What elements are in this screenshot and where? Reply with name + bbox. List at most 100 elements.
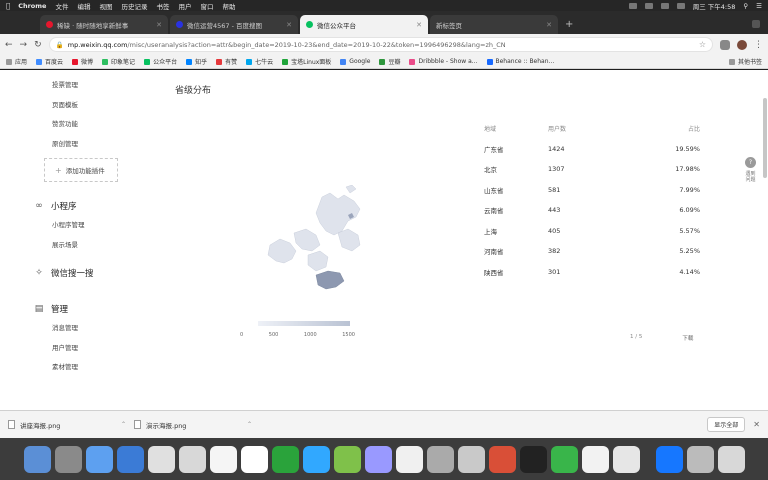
sidebar-item-messages[interactable]: 消息管理 [28,319,138,339]
dock-app-icon[interactable] [395,445,423,473]
close-icon[interactable]: ✕ [416,21,422,29]
bookmark-item[interactable]: Google [340,58,370,65]
tab-weixin-mp[interactable]: 微信公众平台 ✕ [300,15,428,34]
tray-icon[interactable] [628,2,637,9]
star-icon[interactable]: ☆ [699,40,706,49]
dock-app-icon[interactable] [581,445,609,473]
header-ratio[interactable]: 占比 [638,124,700,133]
bookmark-other[interactable]: 其他书签 [728,57,762,66]
sidebar-group-miniprogram[interactable]: ∞ 小程序 [28,196,138,216]
close-icon[interactable]: ✕ [546,21,552,29]
bookmark-item[interactable]: 宝塔Linux面板 [282,57,331,66]
tab-baidu-image[interactable]: 微信运营4567 - 百度搜图 ✕ [170,15,298,34]
menu-help[interactable]: 帮助 [222,1,235,11]
back-icon[interactable]: ← [5,40,13,50]
dock-app-icon[interactable] [209,445,237,473]
dock-app-icon[interactable] [550,445,578,473]
menu-bookmarks[interactable]: 书签 [156,1,169,11]
sidebar-item-materials[interactable]: 素材管理 [28,358,138,378]
dock-app-icon[interactable] [333,445,361,473]
help-widget[interactable]: ? 遇到问题 [744,157,757,183]
lock-icon[interactable]: 🔒 [56,41,64,49]
sidebar-item-templates[interactable]: 页面模板 [28,96,138,116]
address-bar[interactable]: 🔒 mp.weixin.qq.com /misc/useranalysis?ac… [48,37,713,52]
menu-people[interactable]: 用户 [178,1,191,11]
tab-new[interactable]: 新标签页 ✕ [430,15,558,34]
header-region[interactable]: 地域 [484,124,548,133]
avatar[interactable] [737,39,747,50]
bookmark-item[interactable]: 微博 [72,57,93,66]
extension-icon[interactable] [720,39,730,50]
dock-app-icon[interactable] [240,445,268,473]
header-users[interactable]: 用户数 [548,124,638,133]
dock-app-icon[interactable] [147,445,175,473]
bookmark-item[interactable]: 公众平台 [144,57,177,66]
sidebar-group-manage[interactable]: ▤ 管理 [28,299,138,319]
sidebar-item-vote[interactable]: 投票管理 [28,76,138,96]
dock-app-icon[interactable] [612,445,640,473]
page-indicator[interactable]: 1 / 5 [630,334,642,342]
menu-chrome[interactable]: Chrome [18,2,46,10]
dock-app-icon[interactable] [426,445,454,473]
download-link[interactable]: 下载 [682,334,693,342]
download-item[interactable]: 讲座海报.png ⌃ [8,420,126,430]
bookmark-item[interactable]: Dribbble - Show a... [409,58,478,65]
tray-icon[interactable] [644,2,653,9]
sidebar-item-reward[interactable]: 赞赏功能 [28,115,138,135]
tab-weibo[interactable]: 稀缺 · 随时随地享新鲜事 ✕ [40,15,168,34]
sidebar-item-showcase[interactable]: 展示场景 [28,236,138,256]
chevron-up-icon[interactable]: ⌃ [247,421,252,428]
dock-app-icon[interactable] [519,445,547,473]
close-icon[interactable]: ✕ [286,21,292,29]
menu-window[interactable]: 窗口 [200,1,213,11]
dock-app-icon[interactable] [23,445,51,473]
dock-app-icon[interactable] [364,445,392,473]
wifi-icon[interactable] [660,2,669,9]
dock-app-icon[interactable] [302,445,330,473]
sidebar-item-original[interactable]: 原创管理 [28,135,138,155]
dock-app-icon[interactable] [54,445,82,473]
menu-edit[interactable]: 编辑 [77,1,90,11]
list-icon[interactable]: ☰ [756,2,762,10]
close-icon[interactable]: ✕ [156,21,162,29]
search-icon[interactable]: ⚲ [743,2,748,10]
sidebar-item-miniprogram-manage[interactable]: 小程序管理 [28,216,138,236]
bookmark-item[interactable]: 知乎 [186,57,207,66]
macos-menubar:  Chrome 文件 编辑 视图 历史记录 书签 用户 窗口 帮助 周三 下午… [0,0,768,11]
dock-app-icon[interactable] [686,445,714,473]
reload-icon[interactable]: ↻ [34,40,42,50]
menubar-clock[interactable]: 周三 下午4:58 [693,1,736,11]
bookmark-item[interactable]: 豆瓣 [379,57,400,66]
dock-app-icon[interactable] [488,445,516,473]
download-item[interactable]: 演示海报.png ⌃ [134,420,252,430]
bookmark-item[interactable]: 有赞 [216,57,237,66]
menu-view[interactable]: 视图 [99,1,112,11]
bookmark-item[interactable]: 七牛云 [246,57,273,66]
bookmark-item[interactable]: 印象笔记 [102,57,135,66]
dock-app-icon[interactable] [457,445,485,473]
bookmark-apps[interactable]: 应用 [6,57,27,66]
bookmark-item[interactable]: 百度云 [36,57,63,66]
show-all-button[interactable]: 显示全部 [707,417,746,432]
battery-icon[interactable] [676,2,685,9]
dock-app-icon[interactable] [655,445,683,473]
menu-history[interactable]: 历史记录 [121,1,147,11]
sidebar-item-users[interactable]: 用户管理 [28,339,138,359]
profile-icon[interactable] [752,20,760,28]
dock-app-icon[interactable] [85,445,113,473]
bookmark-item[interactable]: Behance :: Behan... [486,58,554,65]
chevron-up-icon[interactable]: ⌃ [121,421,126,428]
add-plugin-button[interactable]: + 添加功能插件 [44,158,118,182]
dock-app-icon[interactable] [116,445,144,473]
dock-app-icon[interactable] [178,445,206,473]
close-icon[interactable]: ✕ [753,420,760,429]
dock-app-icon[interactable] [717,445,745,473]
forward-icon[interactable]: → [20,40,28,50]
scrollbar-thumb[interactable] [763,98,767,178]
sidebar-group-search[interactable]: ✧ 微信搜一搜 [28,263,138,283]
more-icon[interactable]: ⋮ [754,40,763,50]
apple-icon[interactable]:  [6,2,10,10]
dock-app-icon[interactable] [271,445,299,473]
new-tab-icon[interactable]: + [560,19,578,34]
menu-file[interactable]: 文件 [55,1,68,11]
